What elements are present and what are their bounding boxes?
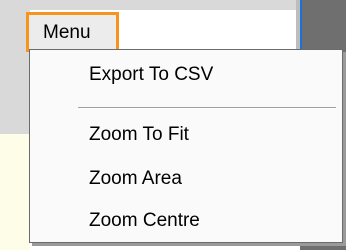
menu-item-zoom-centre[interactable]: Zoom Centre [89,210,200,232]
menu-item-zoom-area[interactable]: Zoom Area [89,168,182,190]
menu-item-export-to-csv[interactable]: Export To CSV [89,64,213,86]
menu-item-zoom-to-fit[interactable]: Zoom To Fit [89,124,189,146]
menu-tab[interactable]: Menu [26,12,119,52]
background-left-content [0,134,30,250]
menu-separator [78,107,336,109]
menu-icon-gutter [30,50,78,242]
dropdown-menu: Export To CSV Zoom To Fit Zoom Area Zoom… [29,49,343,243]
background-top [0,0,346,10]
menu-tab-body[interactable]: Menu [29,15,116,52]
menu-tab-label: Menu [43,22,91,43]
